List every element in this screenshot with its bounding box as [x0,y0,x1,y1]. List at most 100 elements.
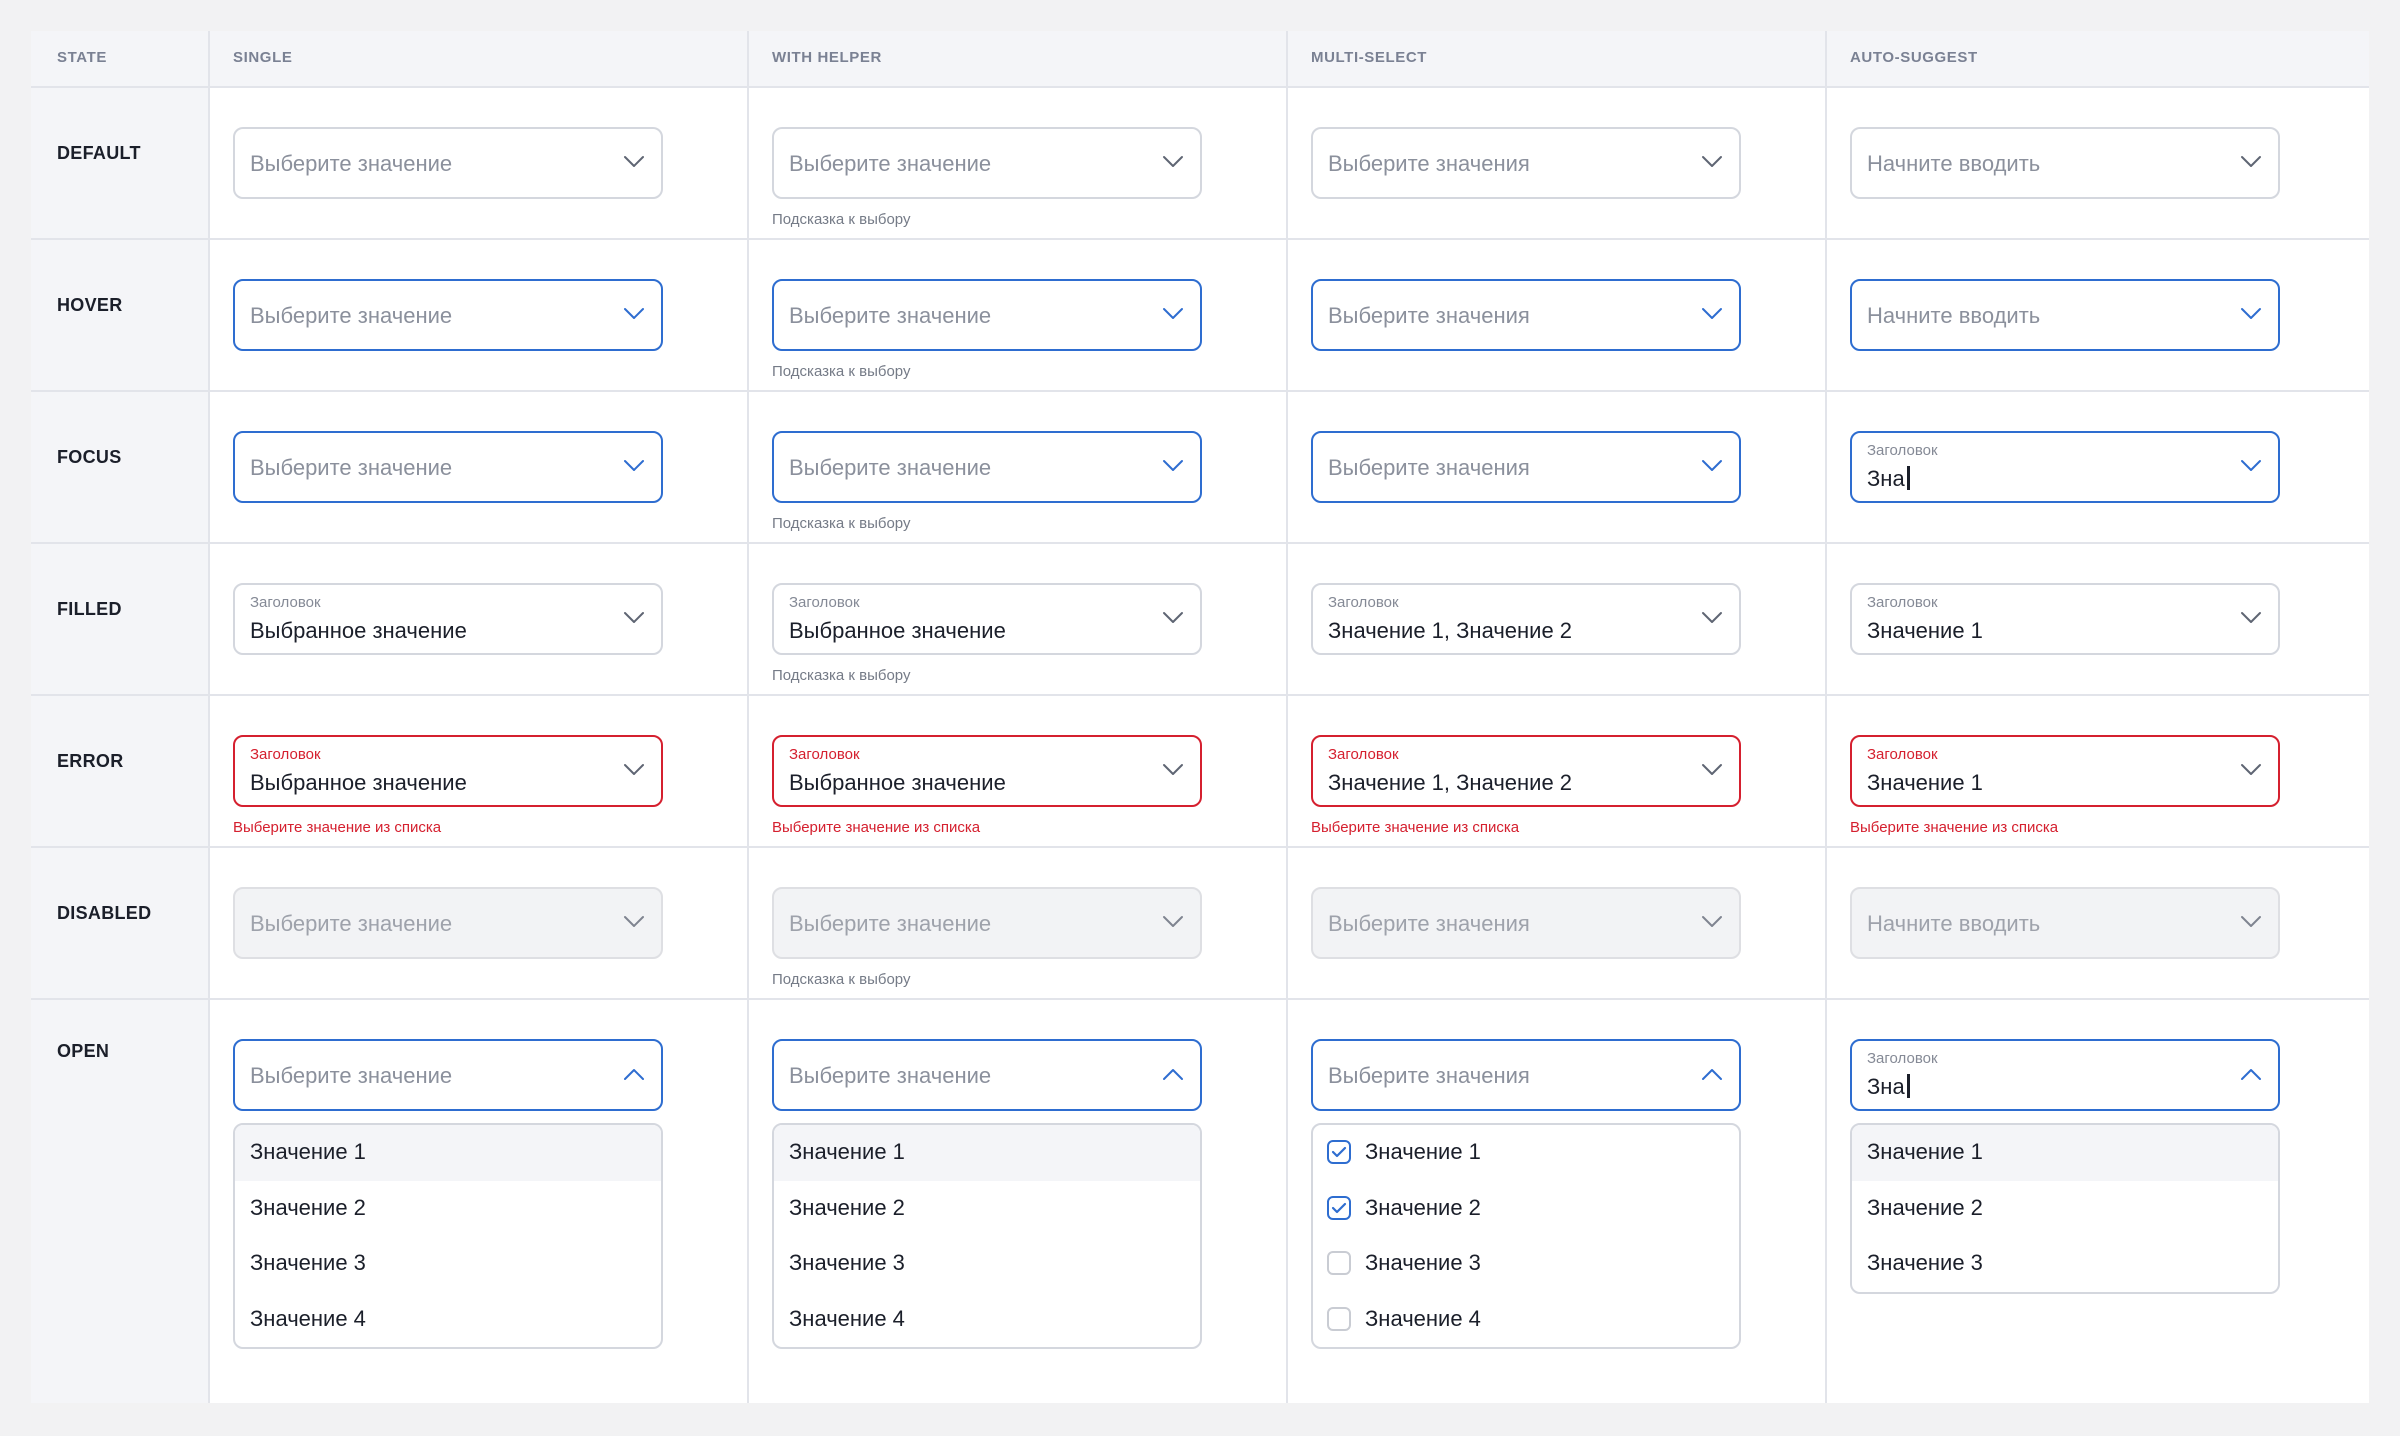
multi-select-select-disabled: Выберите значения [1311,887,1741,959]
option-label: Значение 3 [1867,1250,1983,1275]
chevron-down-icon [1701,763,1723,777]
dropdown-option[interactable]: Значение 1 [235,1125,661,1181]
placeholder: Начните вводить [1867,303,2041,328]
multi-select-select-default[interactable]: Выберите значения [1311,127,1741,199]
cell-single-filled: Заголовок Выбранное значение [233,583,663,655]
single-select-open[interactable]: Выберите значение [233,1039,663,1111]
checkbox-checked[interactable] [1327,1195,1351,1220]
row-header-default: DEFAULT [57,143,141,163]
field-label: Заголовок [789,594,860,611]
cell-multi-select-open: Выберите значения Значение 1 Значение 2 Зна… [1311,1039,1741,1349]
field-label: Заголовок [1328,594,1399,611]
row-header-error: ERROR [57,751,124,771]
row-divider [31,846,2369,848]
checkbox-unchecked[interactable] [1327,1306,1351,1331]
dropdown-option[interactable]: Значение 1 [1852,1125,2278,1181]
with-helper-select-default[interactable]: Выберите значение [772,127,1202,199]
chevron-down-icon [623,915,645,929]
single-select-disabled: Выберите значение [233,887,663,959]
cell-auto-suggest-disabled: Начните вводить [1850,887,2280,959]
cell-multi-select-error: Заголовок Значение 1, Значение 2 Выберите … [1311,735,1741,836]
helper-text: Подсказка к выбору [772,211,911,228]
selected-value: Значение 1 [1867,618,1983,643]
auto-suggest-select-disabled: Начните вводить [1850,887,2280,959]
row-header-disabled: DISABLED [57,903,152,923]
field-label: Заголовок [250,594,321,611]
column-divider [1825,31,1827,1403]
auto-suggest-select-open[interactable]: Заголовок Зна [1850,1039,2280,1111]
with-helper-select-error[interactable]: Заголовок Выбранное значение [772,735,1202,807]
multi-select-select-focus[interactable]: Выберите значения [1311,431,1741,503]
dropdown-option[interactable]: Значение 4 [1313,1292,1739,1348]
multi-select-select-open[interactable]: Выберите значения [1311,1039,1741,1111]
cell-multi-select-disabled: Выберите значения [1311,887,1741,959]
typed-text: Зна [1867,466,1905,491]
single-select-filled[interactable]: Заголовок Выбранное значение [233,583,663,655]
single-select-hover[interactable]: Выберите значение [233,279,663,351]
dropdown-option[interactable]: Значение 4 [235,1292,661,1348]
auto-suggest-select-error[interactable]: Заголовок Значение 1 [1850,735,2280,807]
dropdown-option[interactable]: Значение 2 [235,1181,661,1237]
dropdown-option[interactable]: Значение 3 [1313,1236,1739,1292]
with-helper-select-hover[interactable]: Выберите значение [772,279,1202,351]
row-divider [31,998,2369,1000]
field-label: Заголовок [1867,1050,1938,1067]
chevron-down-icon [1162,155,1184,169]
dropdown-option[interactable]: Значение 2 [1852,1181,2278,1237]
with-helper-select-focus[interactable]: Выберите значение [772,431,1202,503]
dropdown-option[interactable]: Значение 3 [235,1236,661,1292]
dropdown-option[interactable]: Значение 2 [774,1181,1200,1237]
chevron-up-icon [1162,1067,1184,1081]
placeholder: Выберите значения [1328,455,1530,480]
with-helper-select-filled[interactable]: Заголовок Выбранное значение [772,583,1202,655]
multi-select-select-hover[interactable]: Выберите значения [1311,279,1741,351]
placeholder: Выберите значения [1328,303,1530,328]
auto-suggest-select-hover[interactable]: Начните вводить [1850,279,2280,351]
selected-value: Выбранное значение [789,770,1006,795]
option-label: Значение 2 [1365,1194,1481,1220]
checkbox-checked[interactable] [1327,1140,1351,1164]
row-header-filled: FILLED [57,599,122,619]
auto-suggest-select-filled[interactable]: Заголовок Значение 1 [1850,583,2280,655]
auto-suggest-select-default[interactable]: Начните вводить [1850,127,2280,199]
header-row [31,31,2369,87]
cell-with-helper-disabled: Выберите значение Подсказка к выбору [772,887,1202,988]
cell-multi-select-default: Выберите значения [1311,127,1741,199]
selected-value: Значение 1, Значение 2 [1328,618,1573,643]
cell-single-focus: Выберите значение [233,431,663,503]
cell-auto-suggest-focus: Заголовок Зна [1850,431,2280,503]
dropdown-option[interactable]: Значение 3 [1852,1236,2278,1292]
cell-single-open: Выберите значение Значение 1 Значение 2 Зна… [233,1039,663,1349]
col-header-single: SINGLE [233,49,293,66]
row-divider [31,390,2369,392]
row-divider [31,542,2369,544]
option-label: Значение 4 [1365,1305,1481,1331]
column-divider [747,31,749,1403]
chevron-down-icon [1162,763,1184,777]
checkbox-unchecked[interactable] [1327,1251,1351,1275]
auto-suggest-select-focus[interactable]: Заголовок Зна [1850,431,2280,503]
single-select-focus[interactable]: Выберите значение [233,431,663,503]
chevron-down-icon [2240,915,2262,929]
col-header-state: STATE [57,49,107,66]
cell-auto-suggest-open: Заголовок Зна Значение 1 Значение 2 Значение… [1850,1039,2280,1294]
multi-select-select-filled[interactable]: Заголовок Значение 1, Значение 2 [1311,583,1741,655]
dropdown-option[interactable]: Значение 2 [1313,1181,1739,1237]
dropdown-option[interactable]: Значение 1 [774,1125,1200,1181]
dropdown-option[interactable]: Значение 4 [774,1292,1200,1348]
single-select-default[interactable]: Выберите значение [233,127,663,199]
dropdown-option[interactable]: Значение 1 [1313,1125,1739,1181]
cell-single-default: Выберите значение [233,127,663,199]
row-header-hover: HOVER [57,295,123,315]
dropdown-list-with-helper: Значение 1 Значение 2 Значение 3 Значение 4 [772,1123,1202,1349]
option-label: Значение 3 [250,1250,366,1275]
option-label: Значение 2 [789,1194,905,1220]
option-label: Значение 4 [250,1305,366,1331]
dropdown-option[interactable]: Значение 3 [774,1236,1200,1292]
chevron-down-icon [1162,611,1184,625]
with-helper-select-open[interactable]: Выберите значение [772,1039,1202,1111]
single-select-error[interactable]: Заголовок Выбранное значение [233,735,663,807]
chevron-down-icon [2240,611,2262,625]
helper-text: Подсказка к выбору [772,363,911,380]
multi-select-select-error[interactable]: Заголовок Значение 1, Значение 2 [1311,735,1741,807]
